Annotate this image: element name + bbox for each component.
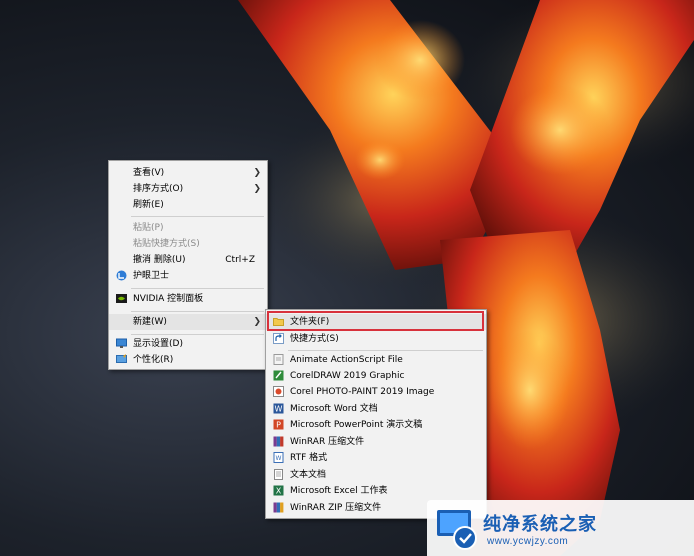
menu-separator — [131, 288, 264, 289]
submenu-item-text-document[interactable]: 文本文档 — [266, 467, 486, 483]
menu-item-undo-delete[interactable]: 撤消 删除(U) Ctrl+Z — [109, 252, 267, 268]
menu-item-paste-shortcut[interactable]: 粘贴快捷方式(S) — [109, 236, 267, 252]
new-submenu: 文件夹(F) 快捷方式(S) Animate ActionScript File… — [265, 309, 487, 519]
menu-item-paste[interactable]: 粘贴(P) — [109, 220, 267, 236]
coreldraw-icon — [273, 370, 284, 381]
menu-item-label: Microsoft Word 文档 — [290, 404, 378, 414]
winrar-icon — [273, 436, 284, 447]
svg-text:X: X — [276, 487, 282, 496]
submenu-arrow-icon: ❯ — [253, 168, 261, 178]
menu-item-label: 显示设置(D) — [133, 339, 183, 349]
site-watermark: 纯净系统之家 www.ycwjzy.com — [427, 500, 694, 556]
menu-separator — [288, 350, 483, 351]
submenu-item-coreldraw[interactable]: CorelDRAW 2019 Graphic — [266, 368, 486, 384]
menu-item-label: 新建(W) — [133, 317, 167, 327]
menu-item-personalize[interactable]: 个性化(R) — [109, 352, 267, 368]
excel-icon: X — [273, 485, 284, 496]
submenu-item-winrar[interactable]: WinRAR 压缩文件 — [266, 434, 486, 450]
menu-item-label: 刷新(E) — [133, 200, 164, 210]
menu-separator — [131, 334, 264, 335]
menu-item-label: 粘贴快捷方式(S) — [133, 239, 200, 249]
menu-item-label: 粘贴(P) — [133, 223, 164, 233]
menu-item-label: Microsoft Excel 工作表 — [290, 486, 388, 496]
watermark-title: 纯净系统之家 — [483, 514, 597, 535]
menu-item-label: 排序方式(O) — [133, 184, 184, 194]
watermark-url: www.ycwjzy.com — [487, 536, 569, 547]
menu-item-label: 查看(V) — [133, 168, 165, 178]
submenu-item-animate[interactable]: Animate ActionScript File — [266, 352, 486, 368]
menu-separator — [131, 311, 264, 312]
shortcut-icon — [273, 333, 284, 344]
svg-text:P: P — [276, 421, 281, 430]
menu-item-refresh[interactable]: 刷新(E) — [109, 197, 267, 213]
menu-item-label: NVIDIA 控制面板 — [133, 294, 204, 304]
menu-item-label: WinRAR ZIP 压缩文件 — [290, 503, 382, 513]
menu-item-nvidia[interactable]: NVIDIA 控制面板 — [109, 291, 267, 307]
menu-item-label: 护眼卫士 — [133, 271, 170, 281]
menu-item-eye-guard[interactable]: 护眼卫士 — [109, 268, 267, 284]
menu-item-label: Corel PHOTO-PAINT 2019 Image — [290, 387, 435, 397]
personalize-icon — [116, 354, 127, 363]
nvidia-icon — [116, 294, 127, 303]
submenu-arrow-icon: ❯ — [253, 317, 261, 327]
menu-item-label: 文本文档 — [290, 470, 327, 480]
submenu-item-excel[interactable]: X Microsoft Excel 工作表 — [266, 483, 486, 499]
winrar-zip-icon — [273, 502, 284, 513]
menu-item-label: 个性化(R) — [133, 355, 174, 365]
site-logo-icon — [437, 510, 477, 550]
menu-item-shortcut: Ctrl+Z — [225, 255, 255, 265]
menu-item-label: RTF 格式 — [290, 453, 328, 463]
text-document-icon — [274, 469, 283, 480]
submenu-item-photopaint[interactable]: Corel PHOTO-PAINT 2019 Image — [266, 384, 486, 400]
menu-item-label: WinRAR 压缩文件 — [290, 437, 365, 447]
menu-separator — [131, 216, 264, 217]
powerpoint-icon: P — [273, 419, 284, 430]
menu-item-label: 撤消 删除(U) — [133, 255, 186, 265]
rtf-icon: W — [273, 452, 284, 463]
submenu-item-powerpoint[interactable]: P Microsoft PowerPoint 演示文稿 — [266, 417, 486, 433]
submenu-item-word[interactable]: W Microsoft Word 文档 — [266, 401, 486, 417]
submenu-item-rtf[interactable]: W RTF 格式 — [266, 450, 486, 466]
submenu-item-shortcut[interactable]: 快捷方式(S) — [266, 331, 486, 347]
menu-item-label: 快捷方式(S) — [290, 334, 339, 344]
menu-item-label: CorelDRAW 2019 Graphic — [290, 371, 405, 381]
svg-text:W: W — [276, 455, 282, 462]
menu-item-label: Animate ActionScript File — [290, 355, 403, 365]
animate-icon — [273, 354, 284, 365]
menu-item-sort-by[interactable]: 排序方式(O) ❯ — [109, 181, 267, 197]
word-icon: W — [273, 403, 284, 414]
menu-item-view[interactable]: 查看(V) ❯ — [109, 165, 267, 181]
desktop-context-menu: 查看(V) ❯ 排序方式(O) ❯ 刷新(E) 粘贴(P) 粘贴快捷方式(S) … — [108, 160, 268, 370]
menu-item-display-settings[interactable]: 显示设置(D) — [109, 336, 267, 352]
eye-guard-icon — [116, 270, 127, 281]
svg-text:W: W — [275, 405, 283, 414]
photopaint-icon — [273, 386, 284, 397]
menu-item-new[interactable]: 新建(W) ❯ — [109, 314, 267, 330]
display-settings-icon — [116, 338, 127, 348]
menu-item-label: Microsoft PowerPoint 演示文稿 — [290, 420, 423, 430]
submenu-arrow-icon: ❯ — [253, 184, 261, 194]
highlight-annotation-box — [267, 311, 484, 331]
